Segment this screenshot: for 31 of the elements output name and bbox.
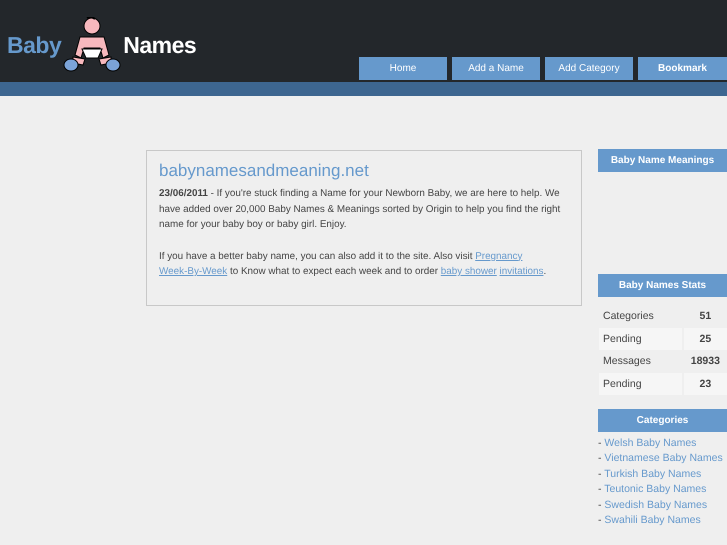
nav-tab[interactable]: Add a Name [452,57,540,80]
category-link[interactable]: - Turkish Baby Names [598,466,727,482]
logo-text: Baby [7,32,62,58]
stat-label: Pending [599,328,682,350]
stat-value: 51 [698,309,712,324]
logo-text: Names [123,32,196,58]
text-link[interactable]: Week-By-Week [159,266,228,277]
article-title: babynamesandmeaning.net [159,161,370,181]
baby-icon [63,17,122,73]
nav-tab[interactable]: Bookmark [638,57,727,80]
info-paragraph: If you have a better baby name, you can also add it to the site. Also visit Pregnancy Week-By-Week to Know what to expect each week and to order baby shower invitations. [159,250,548,279]
section-header: Baby Names Stats [598,274,727,297]
text-link[interactable]: Pregnancy [475,250,522,262]
category-link[interactable]: - Swahili Baby Names [598,513,727,528]
nav-tab[interactable]: Home [359,57,447,80]
section-header: Baby Name Meanings [598,149,727,172]
intro-paragraph: 23/06/2011 - If you're stuck finding a Name for your Newborn Baby, we are here to help. We have added over 20,000 Baby Names & Meanings sorted by Origin to help you find the right name for your baby boy or baby girl. Enjoy. [159,187,562,232]
stat-label: Categories [602,309,655,324]
category-link[interactable]: - Vietnamese Baby Names [598,451,727,467]
section-header: Categories [598,409,727,432]
category-link[interactable]: - Teutonic Baby Names [598,482,727,498]
category-link[interactable]: - Swedish Baby Names [598,498,727,514]
stat-value: 25 [684,328,727,350]
stat-value: 18933 [690,354,721,370]
category-link[interactable]: - Welsh Baby Names [598,436,727,452]
nav-tab[interactable]: Add Category [545,57,633,80]
stat-label: Pending [599,372,682,395]
stat-label: Messages [602,354,652,370]
text-link[interactable]: invitations [500,266,544,277]
stat-value: 23 [684,372,727,395]
text-link[interactable]: baby shower [440,266,497,277]
